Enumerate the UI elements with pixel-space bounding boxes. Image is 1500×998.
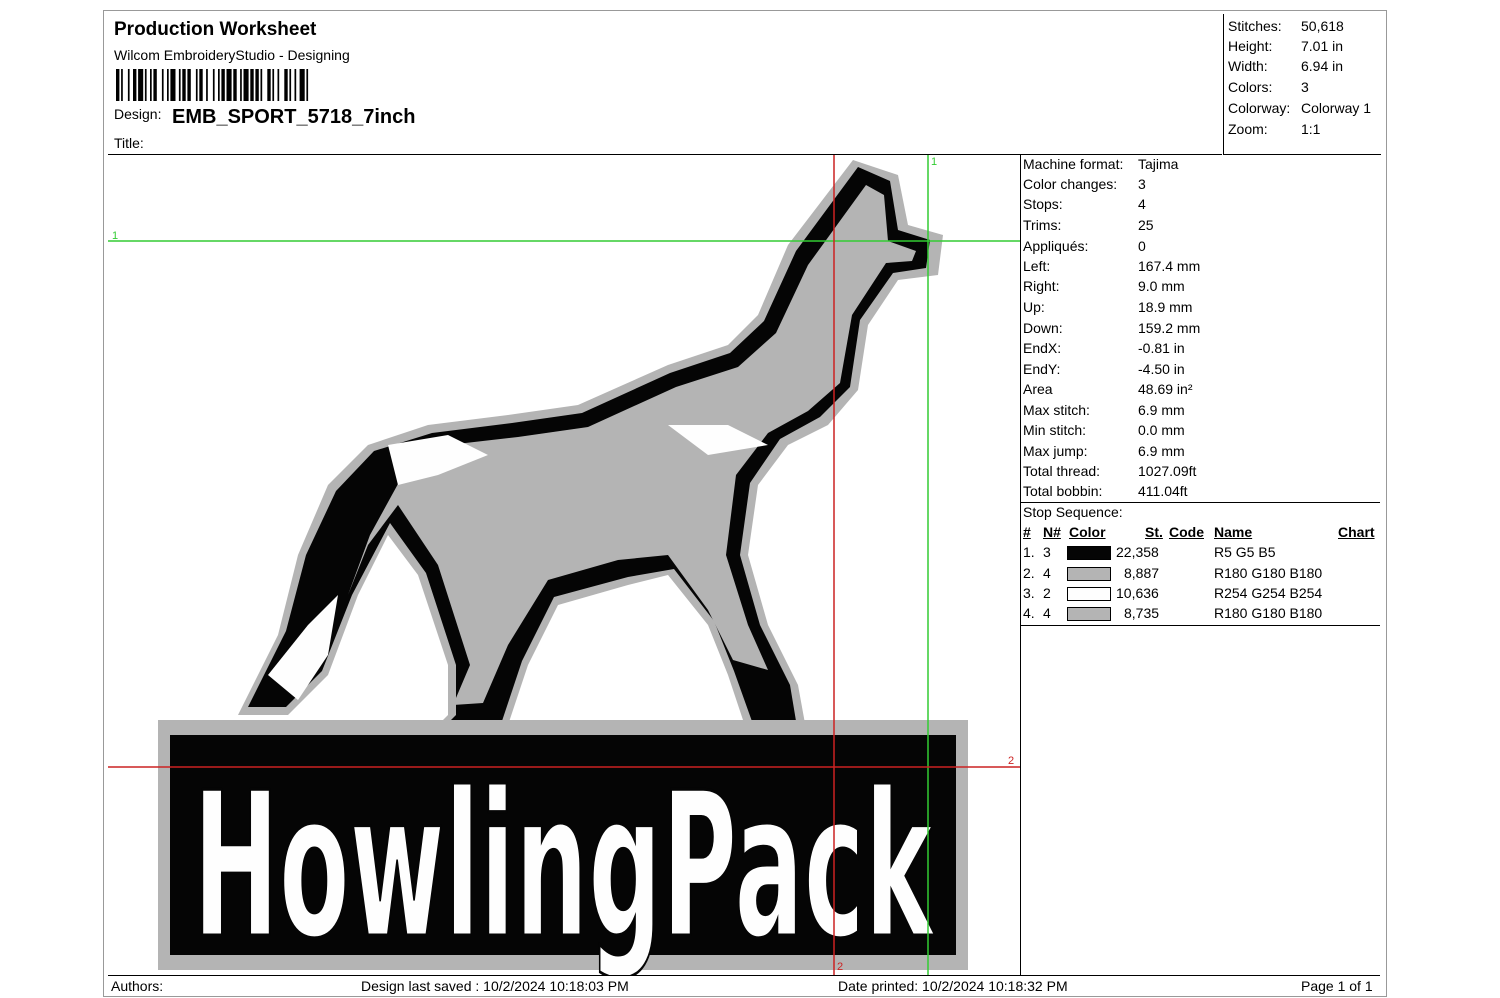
summary-value: 6.94 in <box>1301 58 1344 74</box>
divider <box>1020 625 1380 626</box>
col-header: Color <box>1069 524 1106 540</box>
info-row: Max stitch: 6.9 mm <box>1023 402 1185 418</box>
summary-value: 7.01 in <box>1301 38 1344 54</box>
guide-label: 2 <box>837 961 843 973</box>
summary-panel: Stitches: 50,618 Height: 7.01 in Width: … <box>1223 14 1381 155</box>
info-row: Color changes: 3 <box>1023 176 1146 192</box>
color-swatch <box>1067 587 1111 601</box>
col-header: N# <box>1043 524 1061 540</box>
summary-label: Width: <box>1228 58 1268 74</box>
page-title: Production Worksheet <box>114 19 317 40</box>
stop-sequence-title: Stop Sequence: <box>1023 504 1123 520</box>
color-swatch <box>1067 546 1111 560</box>
info-row: Right: 9.0 mm <box>1023 278 1185 294</box>
col-header: # <box>1023 524 1031 540</box>
col-header: Code <box>1169 524 1204 540</box>
design-label: Design: <box>114 106 162 122</box>
info-row: Machine format: Tajima <box>1023 156 1179 172</box>
barcode <box>116 69 309 101</box>
info-row: Stops: 4 <box>1023 196 1146 212</box>
title-label: Title: <box>114 135 144 151</box>
guide-label: 1 <box>112 230 118 242</box>
guide-label: 1 <box>931 156 937 168</box>
color-swatch <box>1067 607 1111 621</box>
info-row: Area 48.69 in² <box>1023 381 1193 397</box>
col-header: Chart <box>1338 524 1375 540</box>
design-preview: HowlingPack 1 1 2 2 <box>108 155 1021 975</box>
summary-label: Zoom: <box>1228 121 1268 137</box>
info-row: Appliqués: 0 <box>1023 238 1146 254</box>
info-row: Left: 167.4 mm <box>1023 258 1201 274</box>
lettering-text: HowlingPack <box>193 750 935 975</box>
authors-label: Authors: <box>111 978 164 994</box>
design-preview-svg: HowlingPack 1 1 2 2 <box>108 155 1020 975</box>
info-row: Up: 18.9 mm <box>1023 299 1193 315</box>
machine-info-panel: Machine format: Tajima Color changes: 3 St… <box>1020 155 1380 975</box>
worksheet-footer: Authors: Design last saved : 10/2/2024 1… <box>108 975 1380 996</box>
design-name: EMB_SPORT_5718_7inch <box>172 106 416 128</box>
summary-value: 3 <box>1301 79 1309 95</box>
info-row: Total bobbin: 411.04ft <box>1023 483 1188 499</box>
page-number: Page 1 of 1 <box>1301 978 1373 994</box>
last-saved: Design last saved : 10/2/2024 10:18:03 P… <box>361 978 629 994</box>
summary-label: Colorway: <box>1228 100 1291 116</box>
guide-label: 2 <box>1008 755 1014 767</box>
wolf-graphic <box>238 160 943 755</box>
summary-value: 1:1 <box>1301 121 1321 137</box>
summary-label: Stitches: <box>1228 18 1282 34</box>
col-header: St. <box>1145 524 1163 540</box>
info-row: Total thread: 1027.09ft <box>1023 463 1197 479</box>
col-header: Name <box>1214 524 1253 540</box>
summary-label: Height: <box>1228 38 1273 54</box>
info-row: Max jump: 6.9 mm <box>1023 443 1185 459</box>
info-row: Trims: 25 <box>1023 217 1154 233</box>
divider <box>1020 502 1380 503</box>
worksheet-header: Production Worksheet Wilcom EmbroiderySt… <box>108 14 1222 155</box>
summary-value: 50,618 <box>1301 18 1344 34</box>
software-subtitle: Wilcom EmbroideryStudio - Designing <box>114 47 350 63</box>
date-printed: Date printed: 10/2/2024 10:18:32 PM <box>838 978 1068 994</box>
howling-pack-lettering: HowlingPack <box>158 720 968 975</box>
info-row: EndX: -0.81 in <box>1023 340 1185 356</box>
color-swatch <box>1067 567 1111 581</box>
summary-label: Colors: <box>1228 79 1273 95</box>
info-row: Down: 159.2 mm <box>1023 320 1201 336</box>
info-row: Min stitch: 0.0 mm <box>1023 422 1185 438</box>
summary-value: Colorway 1 <box>1301 100 1372 116</box>
info-row: EndY: -4.50 in <box>1023 361 1185 377</box>
